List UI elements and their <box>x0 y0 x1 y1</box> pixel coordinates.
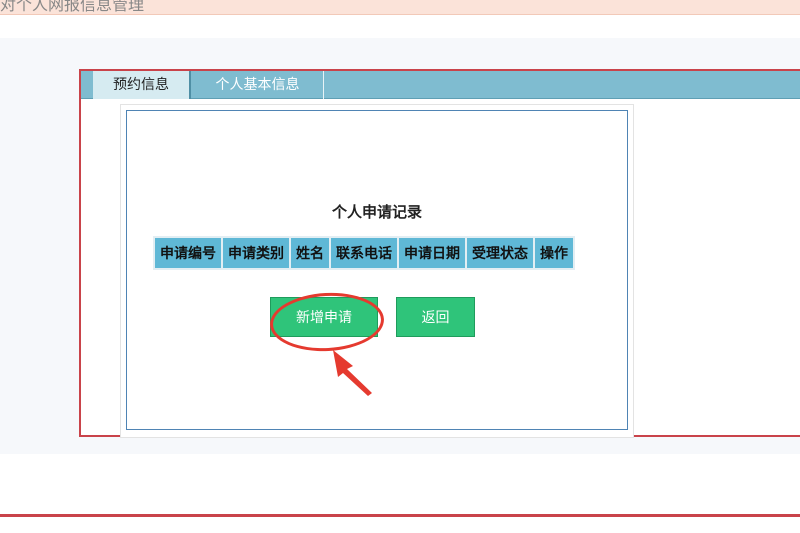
records-title: 个人申请记录 <box>331 203 422 221</box>
tab-bar: 预约信息 个人基本信息 <box>81 71 800 99</box>
records-table: 申请编号 申请类别 姓名 联系电话 申请日期 受理状态 操作 <box>153 236 575 270</box>
column-header-name: 姓名 <box>291 238 329 268</box>
column-header-status: 受理状态 <box>467 238 533 268</box>
tab-appointment-info[interactable]: 预约信息 <box>93 71 191 99</box>
column-header-date: 申请日期 <box>399 238 465 268</box>
back-button[interactable]: 返回 <box>396 297 475 337</box>
column-header-application-type: 申请类别 <box>223 238 289 268</box>
bottom-divider <box>0 514 800 517</box>
annotation-arrow-icon <box>333 350 372 396</box>
main-frame: 预约信息 个人基本信息 个人申请记录 申请编号 申请类别 姓名 联系电话 申请日… <box>79 69 800 438</box>
column-header-phone: 联系电话 <box>331 238 397 268</box>
tab-personal-info[interactable]: 个人基本信息 <box>192 71 324 99</box>
top-banner: 对个人网报信息管理 <box>0 0 800 15</box>
column-header-application-no: 申请编号 <box>155 238 221 268</box>
records-panel: 个人申请记录 申请编号 申请类别 姓名 联系电话 申请日期 受理状态 操作 新增… <box>120 104 634 438</box>
table-header-row: 申请编号 申请类别 姓名 联系电话 申请日期 受理状态 操作 <box>155 238 573 268</box>
records-box: 个人申请记录 申请编号 申请类别 姓名 联系电话 申请日期 受理状态 操作 新增… <box>126 110 628 430</box>
page: 对个人网报信息管理 预约信息 个人基本信息 个人申请记录 申请编号 申请类别 姓… <box>0 0 800 533</box>
column-header-actions: 操作 <box>535 238 573 268</box>
banner-title: 对个人网报信息管理 <box>0 0 145 14</box>
